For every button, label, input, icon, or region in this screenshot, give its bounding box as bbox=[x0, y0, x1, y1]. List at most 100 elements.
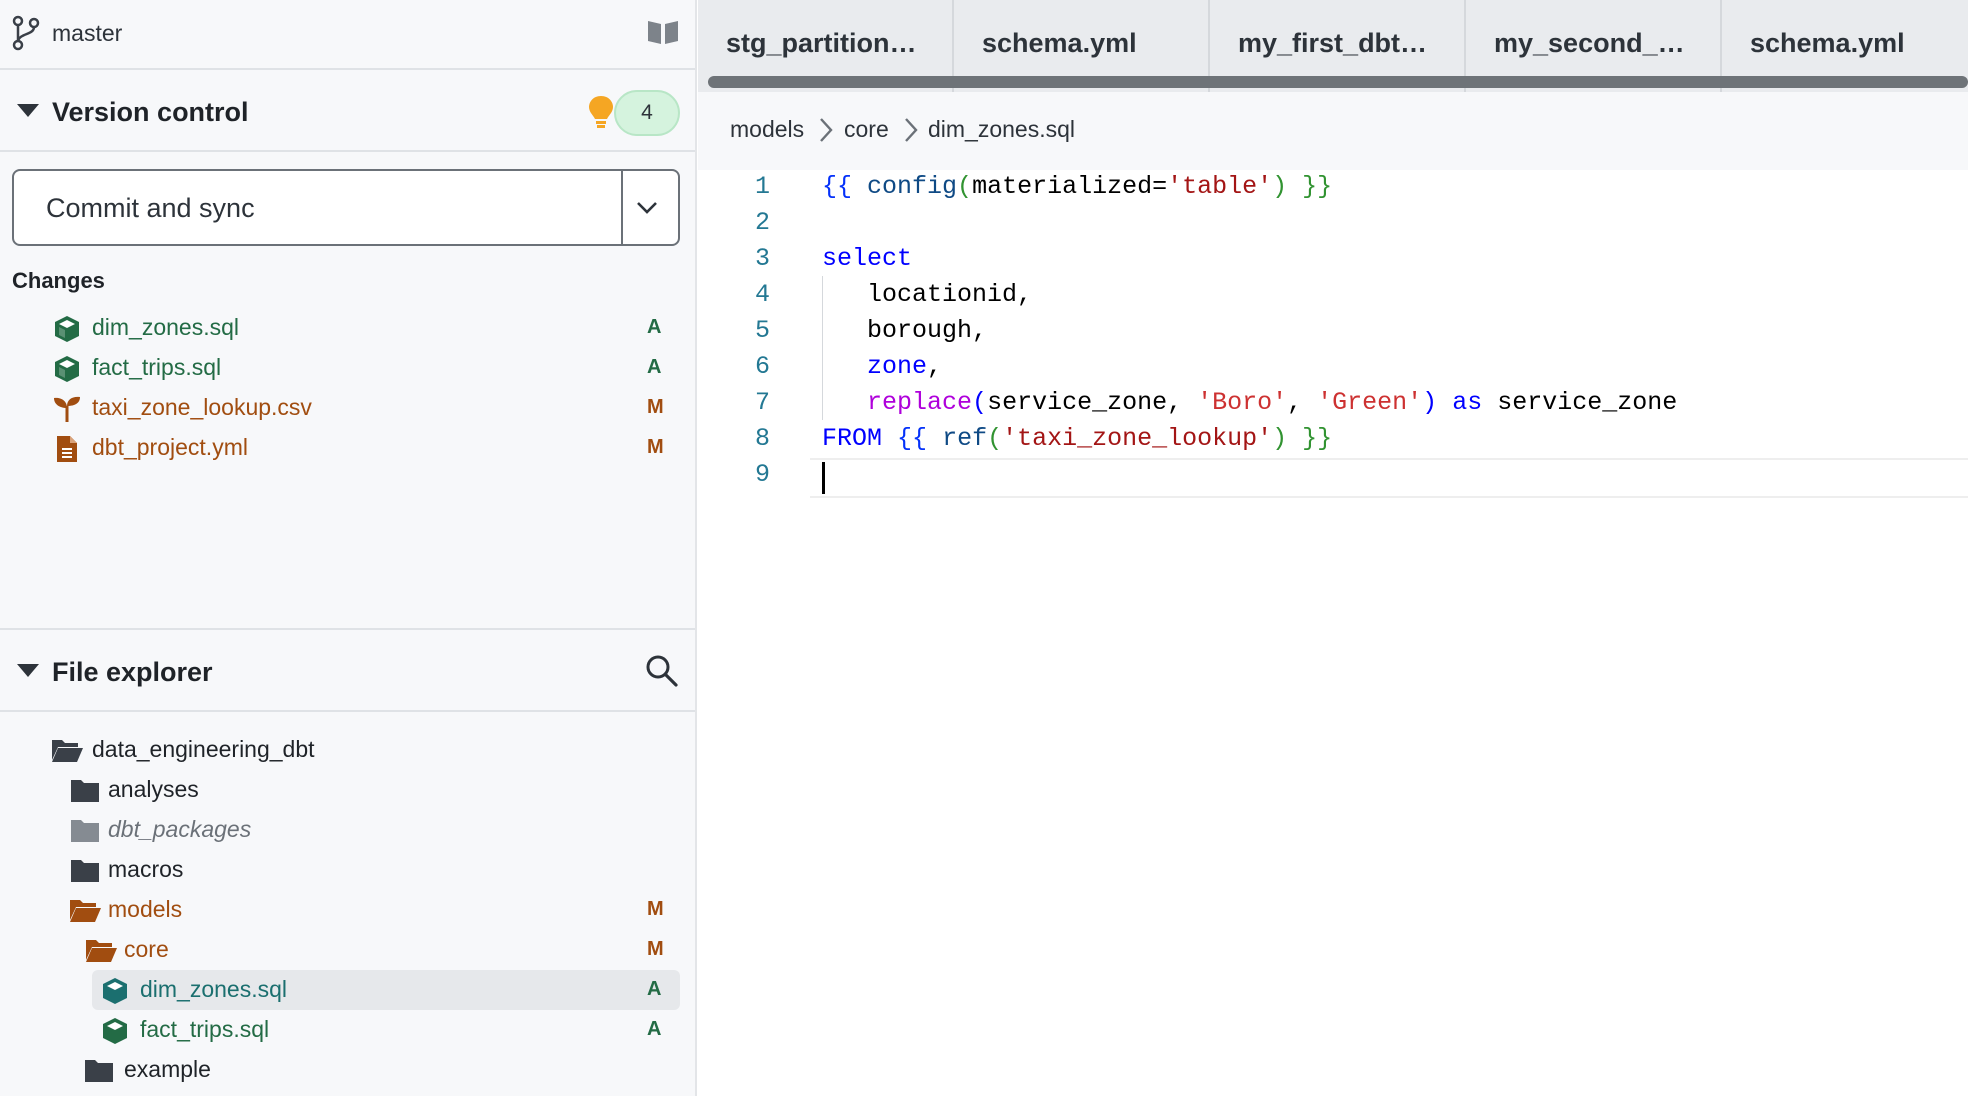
code-token: ( bbox=[972, 388, 988, 417]
change-item-fact-trips[interactable]: fact_trips.sql A bbox=[0, 348, 695, 388]
commit-divider bbox=[621, 171, 623, 244]
line-number: 1 bbox=[754, 172, 770, 201]
tree-item-analyses[interactable]: analyses bbox=[0, 770, 695, 810]
line-number: 8 bbox=[754, 424, 770, 453]
tree-item-dim-zones-selected[interactable]: dim_zones.sql A bbox=[92, 970, 680, 1010]
tree-item-label: data_engineering_dbt bbox=[92, 736, 315, 762]
tree-item-label: macros bbox=[108, 856, 184, 882]
code-token: materialized= bbox=[972, 172, 1168, 201]
change-item-dim-zones[interactable]: dim_zones.sql A bbox=[0, 308, 695, 348]
change-item-label: fact_trips.sql bbox=[92, 354, 222, 380]
tab-scrollbar[interactable] bbox=[708, 76, 1968, 88]
file-explorer-header[interactable]: File explorer bbox=[0, 630, 695, 712]
status-badge: M bbox=[647, 396, 664, 418]
line-number: 2 bbox=[754, 208, 770, 237]
change-item-taxi-zone-lookup[interactable]: taxi_zone_lookup.csv M bbox=[0, 388, 695, 428]
cube-icon bbox=[100, 976, 130, 1011]
code-token: service_zone, bbox=[987, 388, 1198, 417]
changes-label: Changes bbox=[12, 268, 105, 293]
code-token: , bbox=[1287, 388, 1318, 417]
cube-icon bbox=[52, 314, 82, 349]
change-item-label: dbt_project.yml bbox=[92, 434, 248, 460]
code-token: 'table' bbox=[1167, 172, 1273, 201]
branch-name[interactable]: master bbox=[52, 20, 122, 47]
book-icon[interactable] bbox=[646, 18, 680, 51]
cube-icon bbox=[100, 1016, 130, 1051]
code-token: as bbox=[1452, 388, 1483, 417]
sidebar: master Version control 4 Commit and sync bbox=[0, 0, 697, 1096]
code-token: 'taxi_zone_lookup' bbox=[1002, 424, 1273, 453]
folder-open-icon bbox=[84, 936, 118, 969]
code-token: ) bbox=[1422, 388, 1438, 417]
cube-icon bbox=[52, 354, 82, 389]
editor-pane: stg_partition… schema.yml my_first_dbt… … bbox=[698, 0, 1968, 1096]
breadcrumb-item-core[interactable]: core bbox=[844, 116, 889, 143]
line-number: 6 bbox=[754, 352, 770, 381]
chevron-down-icon[interactable] bbox=[634, 195, 660, 226]
tab-label: schema.yml bbox=[982, 28, 1137, 58]
chevron-right-icon bbox=[818, 116, 834, 149]
code-token: ) bbox=[1272, 172, 1288, 201]
line-number: 5 bbox=[754, 316, 770, 345]
tree-item-dbt-packages[interactable]: dbt_packages bbox=[0, 810, 695, 850]
folder-icon bbox=[84, 1056, 114, 1089]
code-line-5: borough, bbox=[822, 316, 987, 345]
version-control-header[interactable]: Version control 4 bbox=[0, 70, 695, 152]
chevron-right-icon bbox=[903, 116, 919, 149]
breadcrumb-item-models[interactable]: models bbox=[730, 116, 804, 143]
folder-open-icon bbox=[50, 736, 84, 769]
code-line-3: select bbox=[822, 244, 912, 273]
current-line-highlight bbox=[810, 458, 1968, 498]
code-token: zone bbox=[867, 352, 928, 381]
change-item-dbt-project[interactable]: dbt_project.yml M bbox=[0, 428, 695, 468]
code-token: 'Boro' bbox=[1197, 388, 1288, 417]
tree-item-label: core bbox=[124, 936, 169, 962]
tree-item-fact-trips[interactable]: fact_trips.sql A bbox=[0, 1010, 695, 1050]
status-badge: M bbox=[647, 898, 664, 920]
status-badge: A bbox=[647, 978, 662, 1000]
tree-item-label: dbt_packages bbox=[108, 816, 252, 842]
status-badge: M bbox=[647, 938, 664, 960]
text-cursor bbox=[822, 462, 825, 494]
lightbulb-icon bbox=[588, 94, 614, 135]
search-icon[interactable] bbox=[645, 654, 679, 693]
code-token: replace bbox=[867, 388, 973, 417]
tab-label: my_second_… bbox=[1494, 28, 1685, 58]
code-token: {{ bbox=[897, 424, 928, 453]
commit-and-sync-button[interactable]: Commit and sync bbox=[46, 193, 255, 224]
caret-down-icon[interactable] bbox=[17, 664, 39, 677]
change-item-label: dim_zones.sql bbox=[92, 314, 240, 340]
git-branch-icon[interactable] bbox=[12, 15, 40, 56]
code-token: FROM bbox=[822, 424, 883, 453]
code-token: ( bbox=[957, 172, 973, 201]
breadcrumb: models core dim_zones.sql bbox=[698, 92, 1968, 170]
code-token: select bbox=[822, 244, 913, 273]
code-line-7: replace(service_zone, 'Boro', 'Green') a… bbox=[822, 388, 1677, 417]
code-token: }} bbox=[1302, 172, 1333, 201]
tree-item-label: example bbox=[124, 1056, 211, 1082]
version-control-title: Version control bbox=[52, 97, 249, 127]
tab-label: schema.yml bbox=[1750, 28, 1905, 58]
folder-icon bbox=[70, 856, 100, 889]
tree-item-data-engineering-dbt[interactable]: data_engineering_dbt bbox=[0, 730, 695, 770]
file-icon bbox=[55, 434, 79, 469]
tree-item-label: fact_trips.sql bbox=[140, 1016, 270, 1042]
tree-item-macros[interactable]: macros bbox=[0, 850, 695, 890]
seed-icon bbox=[52, 394, 82, 429]
tree-item-example[interactable]: example bbox=[0, 1050, 695, 1090]
caret-down-icon[interactable] bbox=[17, 104, 39, 117]
status-badge: A bbox=[647, 356, 662, 378]
tab-label: stg_partition… bbox=[726, 28, 917, 58]
code-token: config bbox=[867, 172, 958, 201]
commit-and-sync-group: Commit and sync bbox=[12, 169, 680, 246]
tree-item-models[interactable]: models M bbox=[0, 890, 695, 930]
changes-count-badge: 4 bbox=[614, 90, 680, 136]
code-token: {{ bbox=[822, 172, 853, 201]
line-number: 4 bbox=[754, 280, 770, 309]
line-number: 7 bbox=[754, 388, 770, 417]
tab-label: my_first_dbt… bbox=[1238, 28, 1428, 58]
code-editor[interactable]: 1 2 3 4 5 6 7 8 9 {{ config(materialized… bbox=[698, 170, 1968, 1096]
change-item-label: taxi_zone_lookup.csv bbox=[92, 394, 312, 420]
tree-item-core[interactable]: core M bbox=[0, 930, 695, 970]
breadcrumb-item-file[interactable]: dim_zones.sql bbox=[928, 116, 1075, 143]
